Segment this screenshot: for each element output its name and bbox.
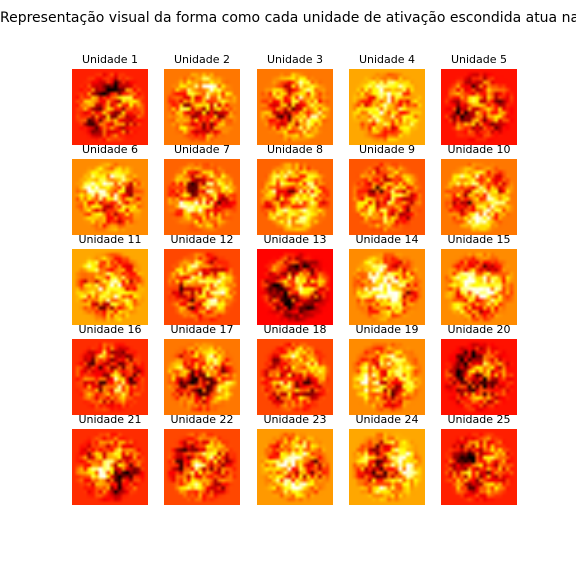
heatmap-panel: Unidade 22	[164, 413, 240, 505]
heatmap-image	[441, 339, 517, 415]
heatmap-image	[349, 339, 425, 415]
heatmap-panel: Unidade 9	[349, 143, 425, 235]
heatmap-panel: Unidade 4	[349, 53, 425, 145]
heatmap-panel: Unidade 25	[441, 413, 517, 505]
heatmap-panel: Unidade 17	[164, 323, 240, 415]
figure: { "chart_data": { "type": "heatmap", "ti…	[0, 0, 576, 576]
heatmap-panel: Unidade 15	[441, 233, 517, 325]
heatmap-image	[257, 159, 333, 235]
heatmap-image	[164, 249, 240, 325]
heatmap-image	[164, 339, 240, 415]
heatmap-image	[349, 429, 425, 505]
heatmap-image	[72, 249, 148, 325]
heatmap-panel: Unidade 6	[72, 143, 148, 235]
heatmap-panel: Unidade 23	[257, 413, 333, 505]
heatmap-image	[72, 429, 148, 505]
heatmap-panel: Unidade 12	[164, 233, 240, 325]
heatmap-panel: Unidade 16	[72, 323, 148, 415]
heatmap-image	[164, 429, 240, 505]
heatmap-panel: Unidade 10	[441, 143, 517, 235]
heatmap-panel: Unidade 14	[349, 233, 425, 325]
heatmap-image	[349, 69, 425, 145]
heatmap-panel: Unidade 1	[72, 53, 148, 145]
heatmap-image	[164, 159, 240, 235]
panel-title: Unidade 15	[447, 233, 511, 246]
heatmap-panel: Unidade 5	[441, 53, 517, 145]
heatmap-image	[441, 429, 517, 505]
heatmap-grid: Unidade 1 Unidade 2 Unidade 3 Unidade 4 Unid…	[0, 0, 576, 576]
panel-title: Unidade 10	[447, 143, 511, 156]
heatmap-image	[349, 249, 425, 325]
heatmap-image	[257, 249, 333, 325]
heatmap-panel: Unidade 24	[349, 413, 425, 505]
heatmap-image	[441, 69, 517, 145]
heatmap-panel: Unidade 19	[349, 323, 425, 415]
heatmap-panel: Unidade 11	[72, 233, 148, 325]
panel-title: Unidade 20	[447, 323, 511, 336]
heatmap-panel: Unidade 21	[72, 413, 148, 505]
panel-title: Unidade 5	[450, 53, 508, 66]
heatmap-image	[257, 339, 333, 415]
heatmap-panel: Unidade 20	[441, 323, 517, 415]
heatmap-image	[72, 69, 148, 145]
heatmap-image	[257, 429, 333, 505]
panel-title: Unidade 25	[447, 413, 511, 426]
heatmap-panel: Unidade 3	[257, 53, 333, 145]
heatmap-panel: Unidade 8	[257, 143, 333, 235]
heatmap-panel: Unidade 13	[257, 233, 333, 325]
heatmap-image	[72, 339, 148, 415]
heatmap-panel: Unidade 2	[164, 53, 240, 145]
heatmap-image	[164, 69, 240, 145]
heatmap-image	[441, 249, 517, 325]
heatmap-image	[441, 159, 517, 235]
heatmap-image	[257, 69, 333, 145]
heatmap-image	[349, 159, 425, 235]
heatmap-panel: Unidade 7	[164, 143, 240, 235]
heatmap-image	[72, 159, 148, 235]
heatmap-panel: Unidade 18	[257, 323, 333, 415]
